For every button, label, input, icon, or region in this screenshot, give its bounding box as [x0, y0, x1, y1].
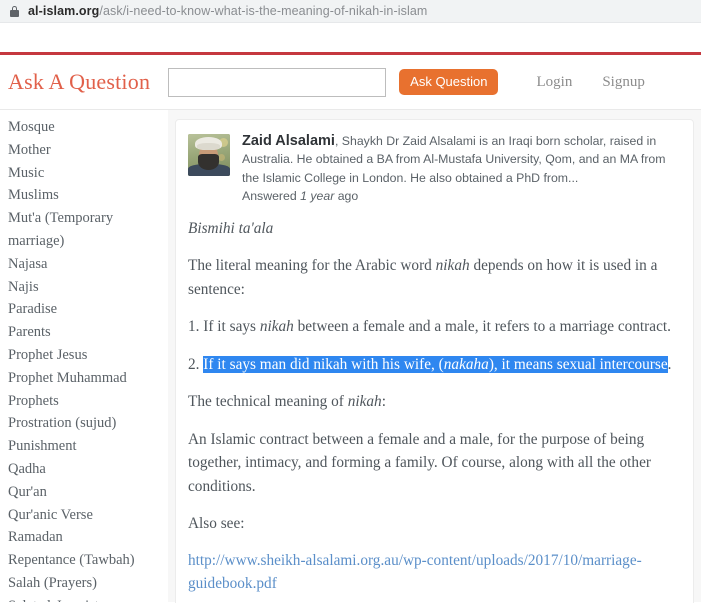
page-top-spacer [0, 23, 701, 52]
technical-meaning-paragraph: An Islamic contract between a female and… [188, 430, 651, 495]
meaning-item-2: 2. If it says man did nikah with his wif… [188, 353, 677, 377]
bismillah-line: Bismihi ta'ala [188, 217, 677, 241]
search-input[interactable] [168, 67, 387, 97]
technical-meaning-heading: The technical meaning of nikah: [188, 390, 677, 414]
meaning-2-number: 2. [188, 355, 204, 373]
sidebar-item-salah[interactable]: Salah (Prayers) [0, 572, 168, 595]
technical-a: The technical meaning of [188, 393, 348, 411]
meaning-1-b: between a female and a male, it refers t… [293, 318, 671, 336]
nikah-italic-1: nikah [435, 257, 470, 275]
sidebar-item-salat-al-jamaat[interactable]: Salat al-Jama'at [0, 595, 168, 602]
page-body: Mosque Mother Music Muslims Mut'a (Tempo… [0, 110, 701, 603]
url-domain: al-islam.org [28, 4, 100, 18]
sidebar-item-ramadan[interactable]: Ramadan [0, 526, 168, 549]
technical-b: : [381, 393, 386, 411]
sidebar-item-prophet-muhammad[interactable]: Prophet Muhammad [0, 367, 168, 390]
browser-url-bar[interactable]: al-islam.org/ask/i-need-to-know-what-is-… [0, 0, 701, 23]
sidebar-item-qadha[interactable]: Qadha [0, 458, 168, 481]
author-row: Zaid Alsalami, Shaykh Dr Zaid Alsalami i… [188, 132, 677, 203]
literal-meaning-paragraph: The literal meaning for the Arabic word … [188, 254, 677, 301]
sidebar-item-repentance[interactable]: Repentance (Tawbah) [0, 549, 168, 572]
answer-card: Zaid Alsalami, Shaykh Dr Zaid Alsalami i… [175, 119, 694, 603]
sidebar-item-mother[interactable]: Mother [0, 139, 168, 162]
selected-text-highlight[interactable]: If it says man did nikah with his wife, … [203, 355, 668, 373]
signup-link[interactable]: Signup [602, 74, 645, 91]
sidebar-item-quranic-verse[interactable]: Qur'anic Verse [0, 504, 168, 527]
site-brand[interactable]: Ask A Question [8, 69, 150, 95]
ask-question-button[interactable]: Ask Question [399, 69, 499, 95]
marriage-guidebook-link[interactable]: http://www.sheikh-alsalami.org.au/wp-con… [188, 552, 642, 593]
answered-suffix: ago [337, 188, 359, 203]
author-info: Zaid Alsalami, Shaykh Dr Zaid Alsalami i… [242, 132, 677, 203]
url-path: /ask/i-need-to-know-what-is-the-meaning-… [99, 4, 428, 18]
reference-link-paragraph: http://www.sheikh-alsalami.org.au/wp-con… [188, 549, 677, 596]
selected-text-a: If it says man did nikah with his wife, … [203, 355, 444, 373]
sidebar-item-muta[interactable]: Mut'a (Temporary marriage) [0, 207, 168, 253]
sidebar-item-najis[interactable]: Najis [0, 276, 168, 299]
lock-icon [10, 5, 19, 17]
sidebar-item-mosque[interactable]: Mosque [0, 116, 168, 139]
sidebar-item-punishment[interactable]: Punishment [0, 435, 168, 458]
meaning-1-a: 1. If it says [188, 318, 260, 336]
sidebar-item-paradise[interactable]: Paradise [0, 298, 168, 321]
url-text: al-islam.org/ask/i-need-to-know-what-is-… [28, 4, 427, 18]
bismillah-text: Bismihi ta'ala [188, 219, 274, 237]
answered-line: Answered 1 year ago [242, 189, 677, 203]
sidebar-item-prophets[interactable]: Prophets [0, 390, 168, 413]
sidebar-item-quran[interactable]: Qur'an [0, 481, 168, 504]
author-bio-block: Zaid Alsalami, Shaykh Dr Zaid Alsalami i… [242, 132, 677, 187]
selected-text-b: ), it means sexual intercourse [488, 355, 668, 373]
also-see-label: Also see: [188, 515, 245, 533]
nikah-italic-2: nikah [259, 318, 294, 336]
answered-time: 1 year [300, 188, 335, 203]
author-name[interactable]: Zaid Alsalami [242, 133, 335, 149]
nakaha-italic: nakaha [443, 355, 489, 373]
category-sidebar: Mosque Mother Music Muslims Mut'a (Tempo… [0, 110, 168, 602]
sidebar-item-parents[interactable]: Parents [0, 321, 168, 344]
sidebar-item-prostration[interactable]: Prostration (sujud) [0, 412, 168, 435]
avatar[interactable] [188, 134, 230, 176]
meaning-2-tail: . [667, 355, 672, 373]
meaning-item-1: 1. If it says nikah between a female and… [188, 315, 677, 339]
login-link[interactable]: Login [536, 74, 572, 91]
sidebar-item-music[interactable]: Music [0, 162, 168, 185]
site-header: Ask A Question Ask Question Login Signup [0, 55, 701, 110]
literal-meaning-a: The literal meaning for the Arabic word [188, 257, 436, 275]
answered-prefix: Answered [242, 188, 297, 203]
sidebar-item-najasa[interactable]: Najasa [0, 253, 168, 276]
sidebar-item-muslims[interactable]: Muslims [0, 184, 168, 207]
nikah-italic-3: nikah [347, 393, 382, 411]
sidebar-item-prophet-jesus[interactable]: Prophet Jesus [0, 344, 168, 367]
